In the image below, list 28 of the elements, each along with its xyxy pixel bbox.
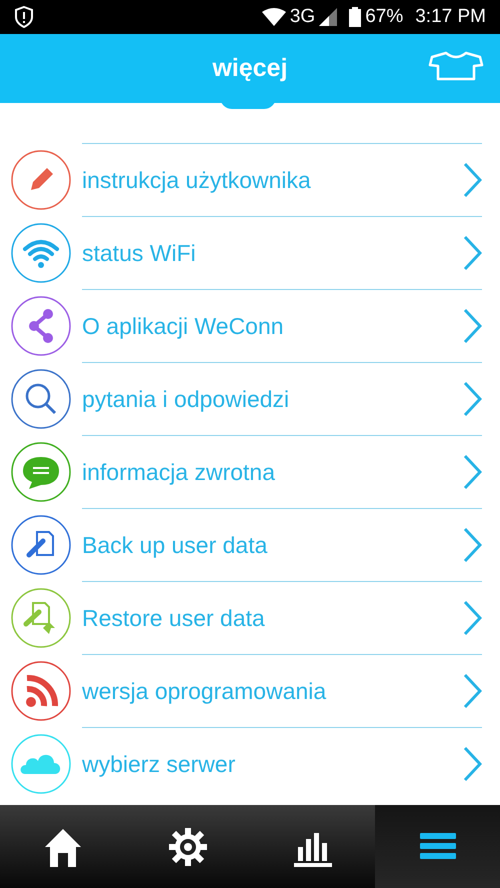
network-type: 3G [290, 4, 316, 29]
chevron-right-icon[interactable] [462, 673, 482, 709]
clock: 3:17 PM [415, 4, 486, 29]
wifi-signal-icon [262, 8, 286, 26]
menu-item-label[interactable]: Back up user data [82, 528, 268, 562]
menu-item-label[interactable]: Restore user data [82, 600, 265, 636]
page-title: więcej [212, 52, 288, 84]
menu-item-label[interactable]: wersja oprogramowania [82, 674, 326, 708]
menu-item-label[interactable]: wybierz serwer [82, 746, 236, 782]
menu-item-label[interactable]: instrukcja użytkownika [82, 162, 311, 198]
menu-item-label[interactable]: status WiFi [82, 236, 196, 270]
chevron-right-icon[interactable] [462, 235, 482, 271]
chevron-right-icon[interactable] [462, 746, 482, 782]
chevron-right-icon[interactable] [462, 527, 482, 563]
shirt-icon[interactable] [428, 51, 484, 81]
menu-item-label[interactable]: O aplikacji WeConn [82, 308, 284, 344]
cell-signal-icon [319, 8, 338, 26]
battery-icon [349, 7, 362, 27]
chevron-right-icon[interactable] [462, 308, 482, 344]
chevron-right-icon[interactable] [462, 600, 482, 636]
menu-item-label[interactable]: pytania i odpowiedzi [82, 382, 290, 416]
chevron-right-icon[interactable] [462, 162, 482, 198]
battery-level: 67% [365, 4, 404, 29]
alert-icon [14, 6, 34, 28]
menu-item-label[interactable]: informacja zwrotna [82, 454, 276, 490]
chevron-right-icon[interactable] [462, 381, 482, 417]
chevron-right-icon[interactable] [462, 454, 482, 490]
menu-tab[interactable] [375, 805, 500, 888]
